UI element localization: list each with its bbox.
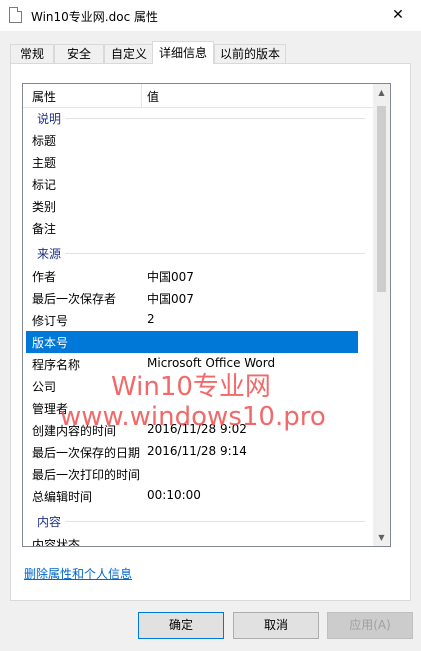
close-icon: ✕	[392, 7, 404, 23]
table-row[interactable]: 最后一次保存的日期 2016/11/28 9:14	[23, 441, 358, 463]
close-button[interactable]: ✕	[375, 0, 421, 31]
cancel-button[interactable]: 取消	[233, 612, 319, 639]
table-row[interactable]: 最后一次打印的时间	[23, 463, 358, 485]
row-name: 标题	[32, 134, 57, 148]
table-row[interactable]: 作者 中国007	[23, 265, 358, 287]
tab-custom[interactable]: 自定义	[104, 44, 154, 63]
watermark-title: Win10专业网	[111, 372, 271, 402]
row-name: 公司	[32, 380, 57, 394]
table-row[interactable]: 修订号 2	[23, 309, 358, 331]
row-name: 内容状态	[32, 538, 81, 547]
group-description: 说明	[23, 107, 373, 129]
table-row[interactable]: 主题	[23, 151, 358, 173]
table-row-selected[interactable]: 版本号	[26, 331, 358, 353]
table-row[interactable]: 总编辑时间 00:10:00	[23, 485, 358, 507]
ok-button[interactable]: 确定	[138, 612, 224, 639]
remove-properties-link[interactable]: 删除属性和个人信息	[24, 565, 132, 582]
row-value: 2016/11/28 9:14	[147, 444, 247, 458]
property-list[interactable]: 属性 值 说明 标题 主题 标记 类别 备注 来源 作者 中国007 最后一次保…	[22, 83, 391, 547]
row-name: 标记	[32, 178, 57, 192]
scroll-down-icon[interactable]: ▼	[373, 529, 390, 546]
row-name: 主题	[32, 156, 57, 170]
tab-details[interactable]: 详细信息	[152, 41, 214, 64]
row-name: 程序名称	[32, 358, 81, 372]
table-row[interactable]: 备注	[23, 217, 358, 239]
group-origin: 来源	[23, 242, 373, 264]
tab-general[interactable]: 常规	[10, 44, 54, 63]
group-content: 内容	[23, 510, 373, 532]
row-name: 备注	[32, 222, 57, 236]
row-name: 版本号	[32, 336, 69, 350]
vertical-scrollbar[interactable]: ▲ ▼	[373, 84, 390, 546]
group-label: 来源	[37, 247, 62, 261]
row-name: 最后一次打印的时间	[32, 468, 141, 482]
row-value: 2	[147, 312, 155, 326]
header-divider[interactable]	[141, 84, 142, 107]
tab-previous-versions[interactable]: 以前的版本	[214, 44, 286, 63]
tab-security[interactable]: 安全	[54, 44, 104, 63]
group-divider	[65, 253, 365, 254]
row-value: 中国007	[147, 292, 194, 306]
table-row[interactable]: 标记	[23, 173, 358, 195]
table-row[interactable]: 最后一次保存者 中国007	[23, 287, 358, 309]
group-divider	[65, 521, 365, 522]
table-row[interactable]: 标题	[23, 129, 358, 151]
window-title: Win10专业网.doc 属性	[31, 10, 158, 24]
list-header: 属性 值	[23, 84, 373, 108]
row-name: 最后一次保存者	[32, 292, 117, 306]
scroll-up-icon[interactable]: ▲	[373, 84, 390, 101]
row-name: 作者	[32, 270, 57, 284]
document-icon	[9, 7, 22, 23]
table-row[interactable]: 内容状态	[23, 533, 358, 547]
row-name: 修订号	[32, 314, 69, 328]
apply-button[interactable]: 应用(A)	[327, 612, 413, 639]
row-name: 最后一次保存的日期	[32, 446, 141, 460]
group-label: 内容	[37, 515, 62, 529]
row-value: 中国007	[147, 270, 194, 284]
row-name: 总编辑时间	[32, 490, 93, 504]
header-property[interactable]: 属性	[32, 88, 56, 105]
group-divider	[65, 118, 365, 119]
row-value: 00:10:00	[147, 488, 201, 502]
title-bar: Win10专业网.doc 属性 ✕	[0, 0, 421, 31]
row-name: 类别	[32, 200, 57, 214]
group-label: 说明	[37, 112, 62, 126]
watermark-url: www.windows10.pro	[60, 402, 326, 432]
scrollbar-thumb[interactable]	[377, 106, 386, 292]
table-row[interactable]: 类别	[23, 195, 358, 217]
header-value[interactable]: 值	[147, 88, 159, 105]
